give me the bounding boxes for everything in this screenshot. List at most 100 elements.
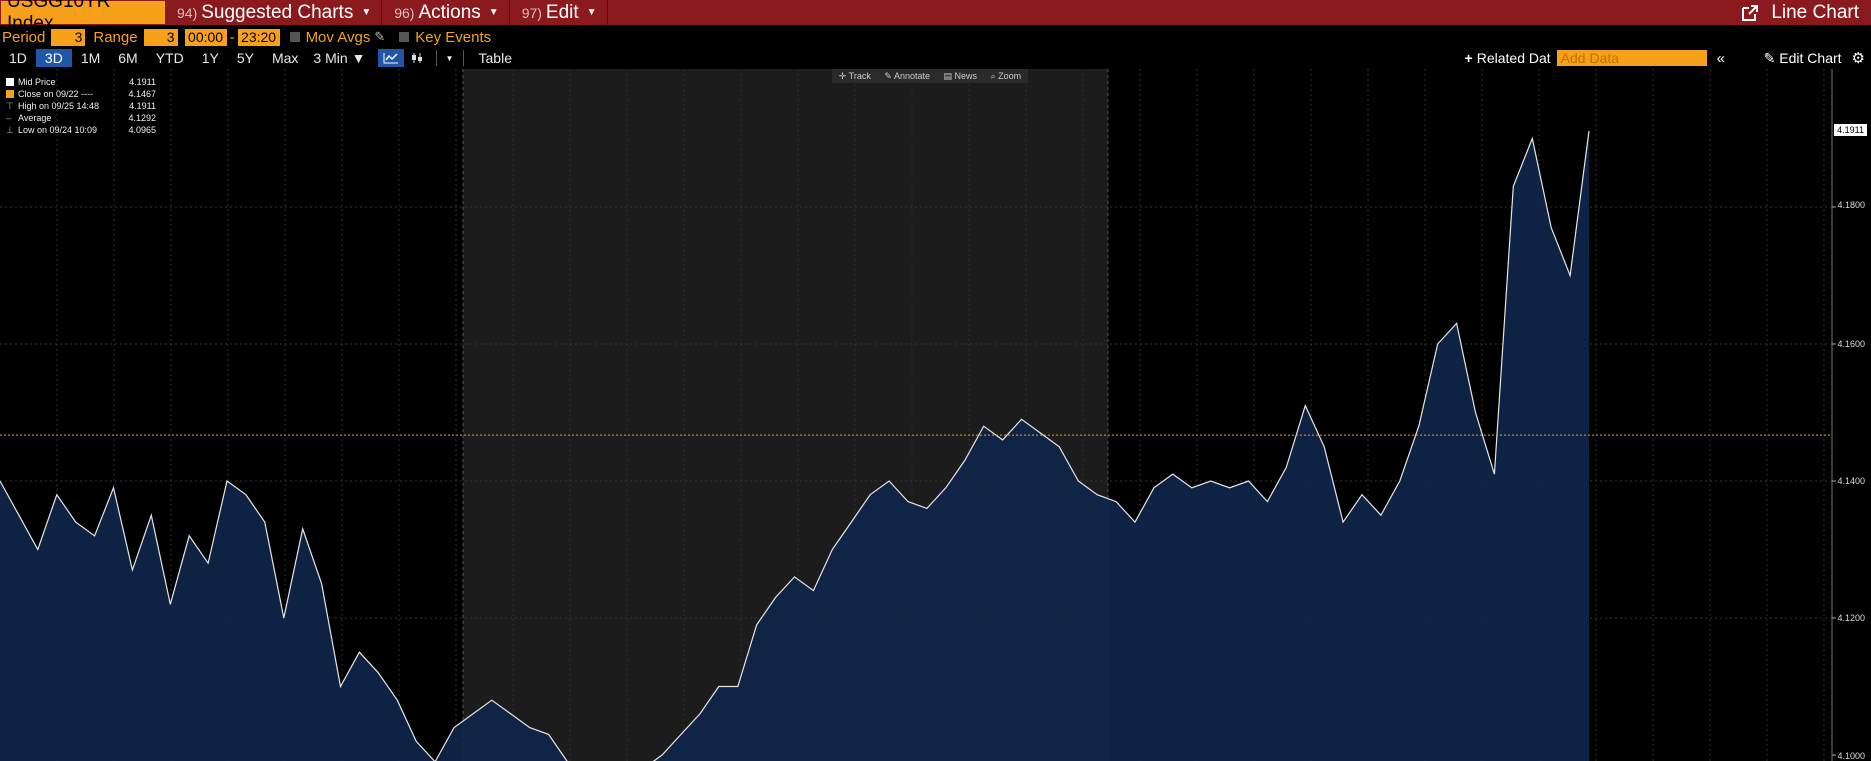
pen-icon: ✎ — [884, 70, 892, 81]
news-icon: ▤ — [943, 70, 953, 81]
caret-down-icon: ▼ — [586, 7, 597, 18]
related-data: + Related Dat Add Data « — [1465, 48, 1725, 68]
caret-down-icon: ▼ — [488, 7, 499, 18]
edit-chart: ✎ Edit Chart ⚙ — [1764, 48, 1865, 68]
chart-mode-dropdown[interactable]: ▼ — [443, 49, 457, 67]
tool-label: Annotate — [893, 70, 930, 81]
legend-label: Mid Price — [18, 77, 56, 87]
legend-value: 4.0965 — [128, 125, 156, 135]
range-input[interactable]: 3 — [143, 28, 178, 46]
ticker-field[interactable]: USGG10YR Index — [1, 0, 165, 34]
period-max-button[interactable]: Max — [263, 49, 307, 67]
period-label: Period — [2, 28, 46, 46]
average-marker-icon: – — [6, 113, 12, 123]
mov-avgs-checkbox[interactable] — [289, 32, 300, 42]
period-5y-button[interactable]: 5Y — [228, 49, 263, 67]
chart-type-label: Line Chart — [1771, 1, 1859, 23]
line-chart-icon — [383, 53, 398, 64]
gear-icon[interactable]: ⚙ — [1852, 49, 1865, 67]
toolbar-divider — [462, 50, 464, 66]
mov-avgs-label: Mov Avgs — [305, 28, 371, 46]
legend-row: ⊥ Low on 09/24 10:09 4.0965 — [6, 124, 156, 136]
legend-row: Mid Price 4.1911 — [6, 76, 156, 88]
y-tick-label: 4.1600 — [1837, 339, 1865, 349]
line-chart-popout[interactable]: Line Chart — [1741, 0, 1859, 25]
key-events-checkbox[interactable] — [399, 32, 410, 42]
y-tick-label: 4.1200 — [1837, 613, 1865, 623]
period-3d-button[interactable]: 3D — [35, 49, 72, 67]
popout-icon — [1742, 4, 1759, 21]
menu-divider — [381, 0, 383, 25]
line-chart-mode-button[interactable] — [377, 49, 404, 67]
period-1m-button[interactable]: 1M — [72, 49, 109, 67]
range-label: Range — [93, 28, 138, 46]
y-tick-label: 4.1800 — [1837, 200, 1865, 210]
menu-divider — [508, 0, 510, 25]
legend-value: 4.1911 — [129, 77, 156, 87]
candlestick-mode-button[interactable] — [404, 49, 430, 67]
triangle-down-icon: ▼ — [445, 53, 454, 63]
crosshair-icon: ✛ — [838, 70, 847, 81]
settings-row: Period 3 Range 3 00:00 - 23:20 Mov Avgs … — [0, 27, 1871, 47]
actions-menu[interactable]: 96) Actions ▼ — [394, 1, 498, 24]
chart-legend: Mid Price 4.1911 Close on 09/22 ---- 4.1… — [6, 76, 156, 136]
price-chart[interactable] — [0, 69, 1871, 761]
legend-label: High on 09/25 14:48 — [18, 101, 100, 111]
edit-chart-button[interactable]: Edit Chart — [1779, 50, 1841, 66]
period-input[interactable]: 3 — [51, 28, 86, 46]
last-value-badge: 4.1911 — [1834, 124, 1867, 136]
menu-number: 96) — [394, 4, 415, 21]
triangle-down-icon: ▼ — [351, 50, 366, 66]
title-bar: USGG10YR Index 94) Suggested Charts ▼ 96… — [0, 0, 1871, 34]
legend-row: – Average 4.1292 — [6, 112, 156, 124]
menu-divider — [606, 0, 608, 25]
edit-menu[interactable]: 97) Edit ▼ — [522, 1, 597, 24]
orange-square-icon — [6, 90, 14, 98]
menu-number: 94) — [177, 4, 198, 21]
menu-label: Actions — [418, 1, 481, 23]
legend-row: ⊤ High on 09/25 14:48 4.1911 — [6, 100, 156, 112]
zoom-tool[interactable]: ⌕ Zoom — [991, 71, 1022, 82]
period-6m-button[interactable]: 6M — [109, 49, 146, 67]
table-button[interactable]: Table — [470, 49, 521, 67]
pencil-icon[interactable]: ✎ — [374, 29, 385, 45]
y-tick-label: 4.1000 — [1837, 751, 1865, 761]
pencil-icon[interactable]: ✎ — [1764, 50, 1776, 67]
toolbar-divider — [435, 50, 437, 66]
legend-row: Close on 09/22 ---- 4.1467 — [6, 88, 156, 100]
period-ytd-button[interactable]: YTD — [147, 49, 193, 67]
legend-value: 4.1292 — [128, 113, 156, 123]
news-tool[interactable]: ▤ News — [944, 71, 978, 82]
interval-label: 3 Min — [313, 50, 348, 66]
menu-label: Suggested Charts — [201, 1, 354, 23]
menu-number: 97) — [521, 4, 542, 21]
annotate-tool[interactable]: ✎ Annotate — [884, 71, 930, 82]
interval-select[interactable]: 3 Min ▼ — [307, 49, 371, 67]
end-time-input[interactable]: 23:20 — [237, 28, 280, 46]
white-square-icon — [6, 78, 14, 86]
collapse-icon[interactable]: « — [1717, 50, 1725, 67]
menu-label: Edit — [545, 1, 579, 23]
start-time-input[interactable]: 00:00 — [184, 28, 227, 46]
plus-icon[interactable]: + — [1465, 50, 1473, 66]
period-1d-button[interactable]: 1D — [0, 49, 36, 67]
chart-tools-bar: ✛ Track ✎ Annotate ▤ News ⌕ Zoom — [832, 69, 1028, 83]
caret-down-icon: ▼ — [361, 7, 372, 18]
legend-value: 4.1911 — [129, 101, 156, 111]
time-separator: - — [229, 28, 235, 46]
tool-label: Track — [848, 70, 871, 81]
related-data-label[interactable]: Related Dat — [1477, 50, 1551, 66]
legend-value: 4.1467 — [128, 89, 156, 99]
tool-label: News — [954, 70, 978, 81]
legend-label: Close on 09/22 ---- — [18, 89, 94, 99]
period-1y-button[interactable]: 1Y — [193, 49, 228, 67]
legend-label: Low on 09/24 10:09 — [18, 125, 98, 135]
legend-label: Average — [18, 113, 52, 123]
suggested-charts-menu[interactable]: 94) Suggested Charts ▼ — [177, 1, 371, 24]
track-tool[interactable]: ✛ Track — [839, 71, 871, 82]
candlestick-icon — [411, 53, 422, 63]
tool-label: Zoom — [998, 70, 1022, 81]
y-tick-label: 4.1400 — [1837, 476, 1865, 486]
low-marker-icon: ⊥ — [6, 125, 14, 135]
add-data-input[interactable]: Add Data — [1556, 50, 1707, 66]
